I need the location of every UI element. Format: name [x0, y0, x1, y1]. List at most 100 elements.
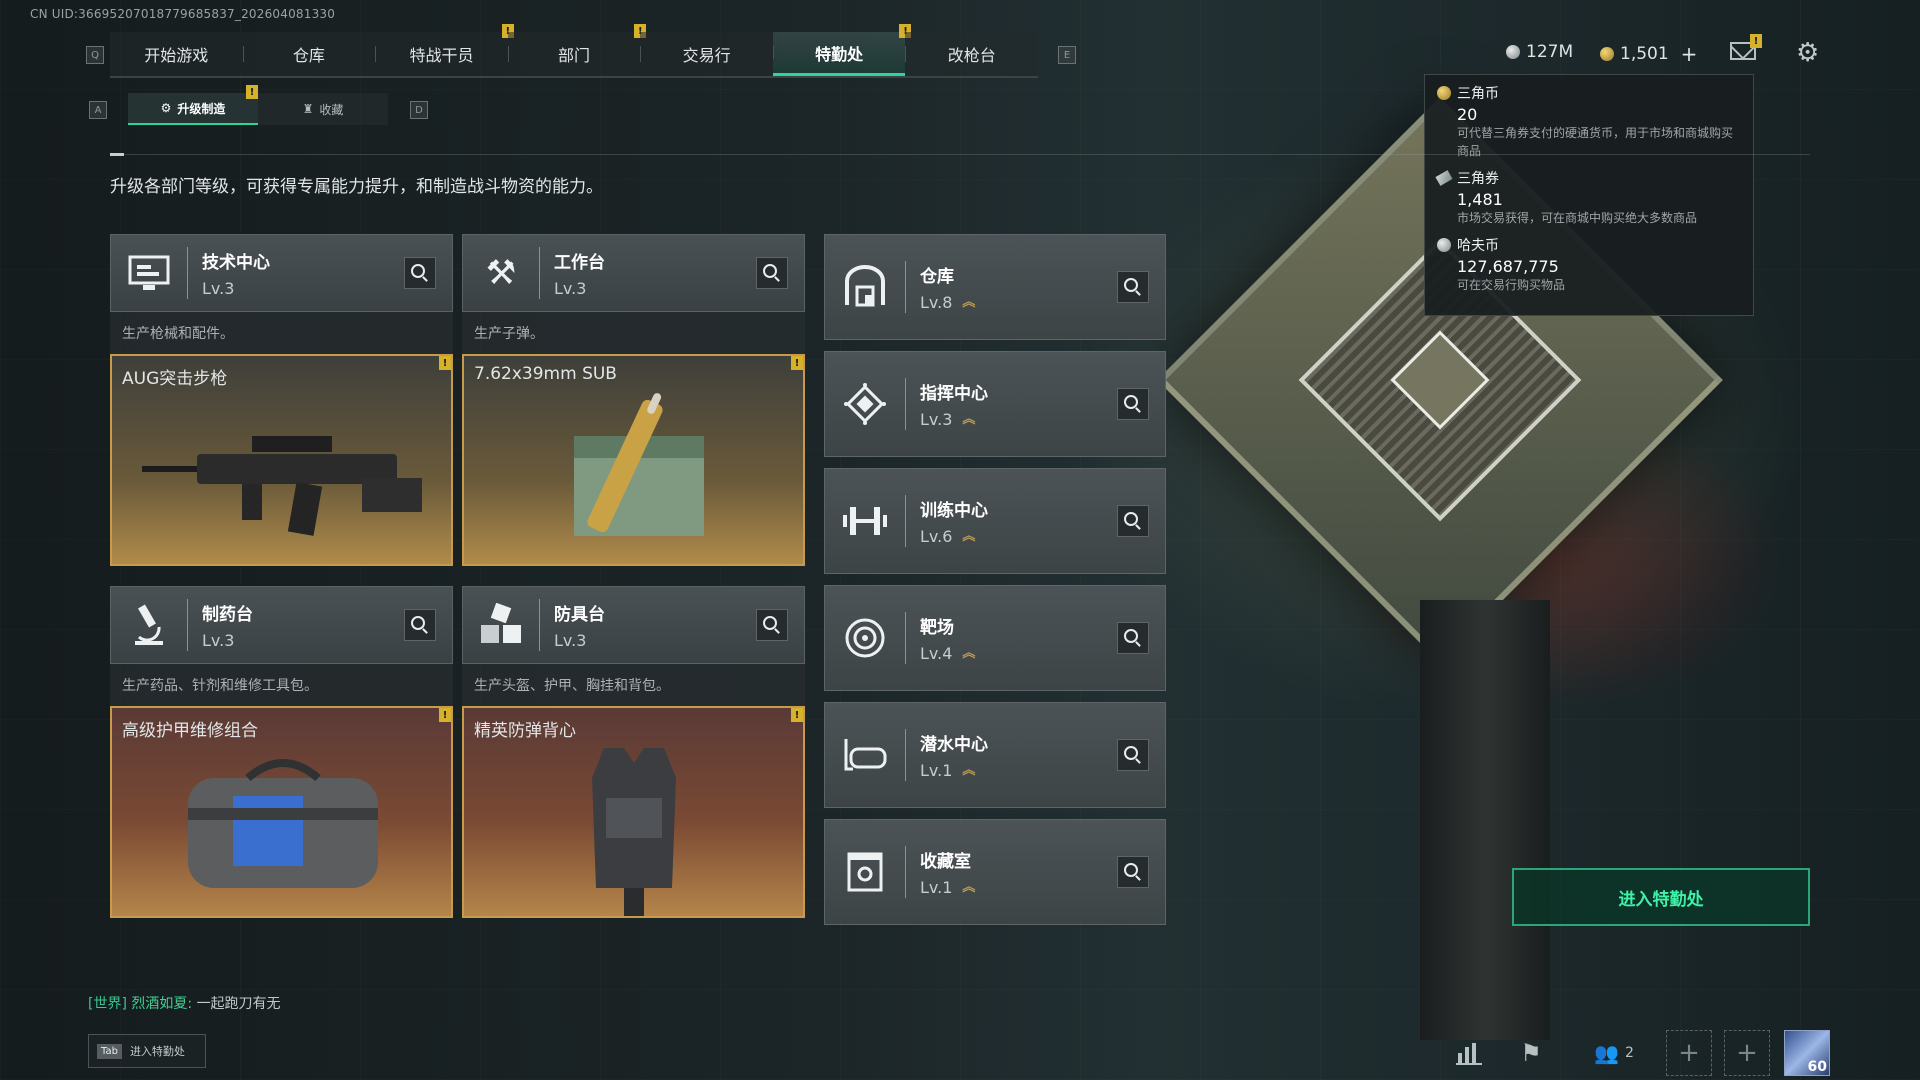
- bench-pharmacy: 制药台 Lv.3 生产药品、针剂和维修工具包。 高级护甲维修组合 !: [110, 586, 453, 936]
- craft-item-slot[interactable]: 精英防弹背心 !: [462, 706, 805, 918]
- dept-warehouse[interactable]: 仓库 Lv.8 ︽: [824, 234, 1166, 340]
- add-teammate-slot[interactable]: +: [1666, 1030, 1712, 1076]
- search-icon[interactable]: [1117, 505, 1149, 537]
- bench-header[interactable]: 制药台 Lv.3: [110, 586, 453, 664]
- trophy-icon: ♜: [302, 102, 314, 116]
- craft-item-slot[interactable]: 高级护甲维修组合 !: [110, 706, 453, 918]
- dept-level: Lv.4: [920, 644, 953, 663]
- dept-level: Lv.6: [920, 527, 953, 546]
- separator: [905, 612, 906, 664]
- separator: [187, 599, 188, 651]
- search-icon[interactable]: [404, 257, 436, 289]
- search-icon[interactable]: [1117, 739, 1149, 771]
- chat-line[interactable]: [世界] 烈酒如夏: 一起跑刀有无: [88, 993, 281, 1013]
- dept-name: 收藏室: [920, 852, 971, 872]
- boxes-icon: [477, 601, 525, 649]
- warehouse-icon: [839, 261, 891, 313]
- stats-icon[interactable]: [1446, 1030, 1492, 1076]
- friends-button[interactable]: 👥 2: [1584, 1030, 1644, 1076]
- bench-armor: 防具台 Lv.3 生产头盔、护甲、胸挂和背包。 精英防弹背心 !: [462, 586, 805, 936]
- bench-level: Lv.3: [554, 279, 587, 298]
- tooltip-triangle-coin: 三角币 20 可代替三角券支付的硬通货币，用于市场和商城购买商品: [1437, 83, 1741, 160]
- collection-icon: [839, 846, 891, 898]
- friends-icon: 👥: [1594, 1041, 1619, 1065]
- bench-name: 防具台: [554, 605, 605, 625]
- bench-workbench: ⚒ 工作台 Lv.3 生产子弹。 7.62x39mm SUB !: [462, 234, 805, 584]
- flag-icon[interactable]: ⚑: [1508, 1030, 1554, 1076]
- alert-flag: !: [791, 708, 803, 722]
- dumbbell-icon: [839, 495, 891, 547]
- dept-diving-center[interactable]: 潜水中心 Lv.1 ︽: [824, 702, 1166, 808]
- tab-warehouse[interactable]: 仓库: [242, 32, 376, 76]
- search-icon[interactable]: [756, 609, 788, 641]
- search-icon[interactable]: [404, 609, 436, 641]
- gold-currency[interactable]: 1,501 +: [1600, 42, 1697, 66]
- tab-start-game[interactable]: 开始游戏: [110, 32, 243, 76]
- dept-name: 靶场: [920, 618, 954, 638]
- tab-department[interactable]: 部门!: [507, 24, 647, 76]
- bench-header[interactable]: 技术中心 Lv.3: [110, 234, 453, 312]
- bench-header[interactable]: ⚒ 工作台 Lv.3: [462, 234, 805, 312]
- key-hint-a: A: [89, 101, 107, 119]
- chat-sender: 烈酒如夏:: [131, 996, 193, 1012]
- bench-level: Lv.3: [554, 631, 587, 650]
- currency-tooltip: 三角币 20 可代替三角券支付的硬通货币，用于市场和商城购买商品 三角券 1,4…: [1424, 74, 1754, 316]
- tab-special-ops[interactable]: 特勤处!: [772, 24, 912, 76]
- subtab-upgrade-craft[interactable]: ⚙ 升级制造 !: [128, 85, 258, 125]
- bench-tech-center: 技术中心 Lv.3 生产枪械和配件。 AUG突击步枪 !: [110, 234, 453, 584]
- key-hint-q: Q: [86, 46, 104, 64]
- dept-training-center[interactable]: 训练中心 Lv.6 ︽: [824, 468, 1166, 574]
- alert-flag: !: [439, 708, 451, 722]
- upgrade-chevron-icon: ︽: [962, 294, 976, 310]
- separator: [539, 247, 540, 299]
- tab-operators[interactable]: 特战干员!: [375, 24, 514, 76]
- triangle-coin-icon: [1437, 86, 1451, 100]
- bench-name: 制药台: [202, 605, 253, 625]
- command-icon: [839, 378, 891, 430]
- craft-item-name: AUG突击步枪: [122, 369, 228, 389]
- dept-command-center[interactable]: 指挥中心 Lv.3 ︽: [824, 351, 1166, 457]
- search-icon[interactable]: [1117, 856, 1149, 888]
- header-divider: [110, 153, 1810, 156]
- dept-shooting-range[interactable]: 靶场 Lv.4 ︽: [824, 585, 1166, 691]
- add-currency-button[interactable]: +: [1681, 42, 1698, 66]
- avatar[interactable]: 60: [1784, 1030, 1830, 1076]
- haf-coin-icon: [1506, 45, 1520, 59]
- bench-header[interactable]: 防具台 Lv.3: [462, 586, 805, 664]
- separator: [905, 495, 906, 547]
- ticket-icon: [1435, 170, 1453, 186]
- tab-trading[interactable]: 交易行: [640, 32, 773, 76]
- dept-name: 潜水中心: [920, 735, 988, 755]
- dept-collection-room[interactable]: 收藏室 Lv.1 ︽: [824, 819, 1166, 925]
- bench-level: Lv.3: [202, 631, 235, 650]
- dept-level: Lv.8: [920, 293, 953, 312]
- main-nav: 开始游戏 仓库 特战干员! 部门! 交易行 特勤处! 改枪台: [110, 24, 1039, 78]
- craft-item-slot[interactable]: 7.62x39mm SUB !: [462, 354, 805, 566]
- avatar-level: 60: [1807, 1059, 1827, 1075]
- bench-level: Lv.3: [202, 279, 235, 298]
- silver-currency[interactable]: 127M: [1506, 42, 1573, 62]
- search-icon[interactable]: [1117, 271, 1149, 303]
- search-icon[interactable]: [1117, 388, 1149, 420]
- tab-key-hint[interactable]: Tab 进入特勤处: [88, 1034, 206, 1068]
- hammer-wrench-icon: ⚒: [485, 253, 517, 293]
- repair-kit-bag-image: [188, 759, 378, 888]
- dept-level: Lv.1: [920, 761, 953, 780]
- dept-level: Lv.3: [920, 410, 953, 429]
- gear-icon[interactable]: ⚙: [1796, 40, 1819, 66]
- tab-gunsmith[interactable]: 改枪台: [905, 32, 1039, 76]
- separator: [905, 846, 906, 898]
- search-icon[interactable]: [1117, 622, 1149, 654]
- bench-name: 技术中心: [202, 253, 270, 273]
- enter-special-ops-button[interactable]: 进入特勤处: [1512, 868, 1810, 926]
- craft-item-slot[interactable]: AUG突击步枪 !: [110, 354, 453, 566]
- key-hint-e: E: [1058, 46, 1076, 64]
- search-icon[interactable]: [756, 257, 788, 289]
- chat-channel: [世界]: [88, 996, 127, 1012]
- add-teammate-slot[interactable]: +: [1724, 1030, 1770, 1076]
- subtab-collection[interactable]: ♜ 收藏: [258, 93, 388, 125]
- alert-flag: !: [439, 356, 451, 370]
- monitor-icon: [125, 249, 173, 297]
- diving-mask-icon: [839, 729, 891, 781]
- separator: [539, 599, 540, 651]
